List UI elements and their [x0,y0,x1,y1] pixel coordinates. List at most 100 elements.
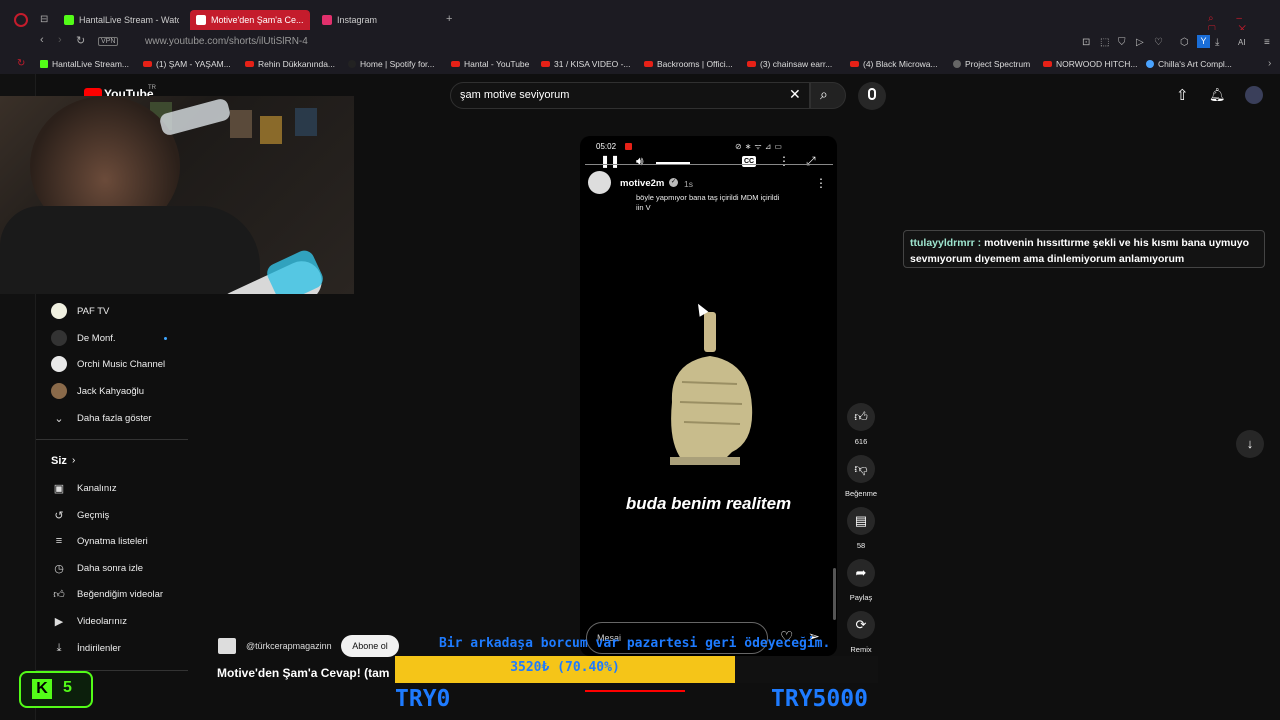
sidebar-item-your-channel[interactable]: ▣ Kanalınız [51,478,117,498]
fullscreen-icon[interactable]: ⤢ [806,154,816,169]
chevron-right-icon[interactable]: › [72,455,75,466]
bookmark-item[interactable]: Project Spectrum [953,59,1030,69]
sidebar-item-watch-later[interactable]: ◷ Daha sonra izle [51,558,143,578]
bookmark-item[interactable]: 31 / KISA VIDEO -... [541,59,631,69]
wall-poster [295,108,317,136]
bookmark-item[interactable]: Chilla's Art Compl... [1146,59,1232,69]
sidebar-item-history[interactable]: ↺ Geçmiş [51,505,109,525]
kick-viewer-badge [19,671,93,708]
pause-icon[interactable]: ❚❚ [600,154,620,168]
channel-thumbnail[interactable] [218,638,236,654]
gamepad-icon[interactable]: ⊟ [40,14,48,25]
download-icon[interactable]: ⤓ [1215,37,1219,48]
clear-search-icon[interactable]: ✕ [789,86,801,103]
short-overlay-text: buda benim realitem [625,494,792,513]
history-icon: ↺ [54,509,64,522]
video-title[interactable]: Motive'den Şam'a Cevap! (tam [217,666,389,680]
play-icon[interactable]: ▷ [1136,37,1144,48]
progress-bar[interactable] [585,164,833,165]
heart-icon[interactable]: ♡ [1154,37,1163,48]
webcam-overlay [0,96,354,294]
youtube-icon [747,61,756,67]
back-icon[interactable]: ‹ [40,34,44,46]
donation-message: Bir arkadaşa borcum var pazartesi geri ö… [439,636,831,651]
bookmark-item[interactable]: Home | Spotify for... [348,59,435,69]
more-options-icon[interactable]: ⋮ [778,154,790,168]
tab-label: Instagram [337,15,378,25]
tab-instagram[interactable]: Instagram [322,10,412,30]
bookmark-item[interactable]: (3) chainsaw earr... [747,59,832,69]
url-field[interactable]: www.youtube.com/shorts/ilUtiSlRN-4 [145,36,308,47]
upload-icon[interactable]: ⇧ [1176,86,1189,104]
bookmark-item[interactable]: Backrooms | Offici... [644,59,733,69]
like-button[interactable]: 👍︎ [847,403,875,431]
channel-avatar [51,356,67,372]
video-channel-name[interactable]: @türkcerapmagazinn [246,641,332,651]
account-avatar[interactable] [1245,86,1263,104]
reload-icon[interactable]: ↻ [76,34,85,47]
tab-youtube-short[interactable]: Motive'den Şam'a Ce... [190,10,310,30]
bookmark-item[interactable]: Rehin Dükkanında... [245,59,335,69]
remix-label: Remix [850,645,872,654]
bookmark-item[interactable]: HantalLive Stream... [40,59,129,69]
channel-avatar[interactable] [588,171,611,194]
streamer-body [0,206,260,294]
like-count: 616 [854,437,868,446]
sidebar-item-playlists[interactable]: ≡ Oynatma listeleri [51,531,148,551]
screenshot-icon[interactable]: ⬚ [1100,37,1109,48]
bookmark-item[interactable]: NORWOOD HITCH... [1043,59,1138,69]
thumbs-down-icon: 👎︎ [854,461,868,476]
captions-button[interactable]: CC [742,156,756,167]
you-section-header[interactable]: Siz [51,455,67,467]
video-icon: ▶ [54,615,64,628]
channel-avatar [51,383,67,399]
playlist-icon: ≡ [55,535,63,547]
forward-icon[interactable]: › [58,34,62,46]
clock-icon: ◷ [54,562,64,575]
short-channel-name[interactable]: motive2m [620,178,664,189]
sidebar-item-liked-videos[interactable]: 👍︎ Beğendiğim videolar [51,584,163,604]
pendant-base [670,457,740,465]
bookmark-item[interactable]: (1) ŞAM - YAŞAM... [143,59,231,69]
pendant-bail [704,312,716,352]
dislike-button[interactable]: 👎︎ [847,455,875,483]
extensions-icon[interactable]: ⬡ [1180,37,1189,48]
pin-icon[interactable]: ⊡ [1082,37,1090,48]
comments-button[interactable]: ▤ [847,507,875,535]
bookmarks-overflow-icon[interactable]: › [1268,58,1271,69]
opera-bookmark-icon[interactable]: ↻ [17,58,25,69]
sidebar-item-de-monf[interactable]: De Monf. [51,328,116,348]
wall-poster [230,110,252,138]
youtube-icon [541,61,550,67]
remix-button[interactable]: ⟳ [847,611,875,639]
channel-avatar [51,330,67,346]
subscribe-button[interactable]: Abone ol [341,635,399,657]
shield-icon[interactable]: ⛉ [1118,37,1126,48]
sidebar-item-downloads[interactable]: ⤓ İndirilenler [51,638,121,658]
sidebar-item-paf-tv[interactable]: PAF TV [51,301,109,321]
bookmark-item[interactable]: Hantal - YouTube [451,59,529,69]
sidebar-item-your-videos[interactable]: ▶ Videolarınız [51,611,127,631]
next-short-button[interactable]: ↓ [1236,430,1264,458]
youtube-icon [451,61,460,67]
post-menu-icon[interactable]: ⋮ [815,176,827,190]
thumbs-up-icon: 👍︎ [854,409,868,424]
volume-icon[interactable]: 🔊︎ [636,154,644,169]
new-tab-icon[interactable]: + [446,13,452,25]
profile-y-icon[interactable]: Y [1197,35,1210,48]
show-more-button[interactable]: ⌄ Daha fazla göster [51,408,151,428]
sidebar-item-jack[interactable]: Jack Kahyaoğlu [51,381,144,401]
menu-icon[interactable]: ≡ [1264,37,1270,48]
bookmark-item[interactable]: (4) Black Microwa... [850,59,938,69]
ai-button[interactable]: AI [1238,38,1246,47]
share-button[interactable]: ➦ [847,559,875,587]
tab-hantallive[interactable]: HantalLive Stream - Watch [64,10,179,30]
sidebar-item-orchi[interactable]: Orchi Music Channel [51,354,165,374]
verified-badge-icon: ✓ [669,178,678,187]
vpn-badge[interactable]: VPN [98,37,119,46]
opera-logo-icon[interactable] [14,13,28,27]
notifications-bell-icon[interactable]: 🔔︎ [1209,87,1226,103]
microphone-icon [868,88,876,100]
search-button[interactable] [810,82,846,109]
remix-icon: ⟳ [855,617,867,632]
